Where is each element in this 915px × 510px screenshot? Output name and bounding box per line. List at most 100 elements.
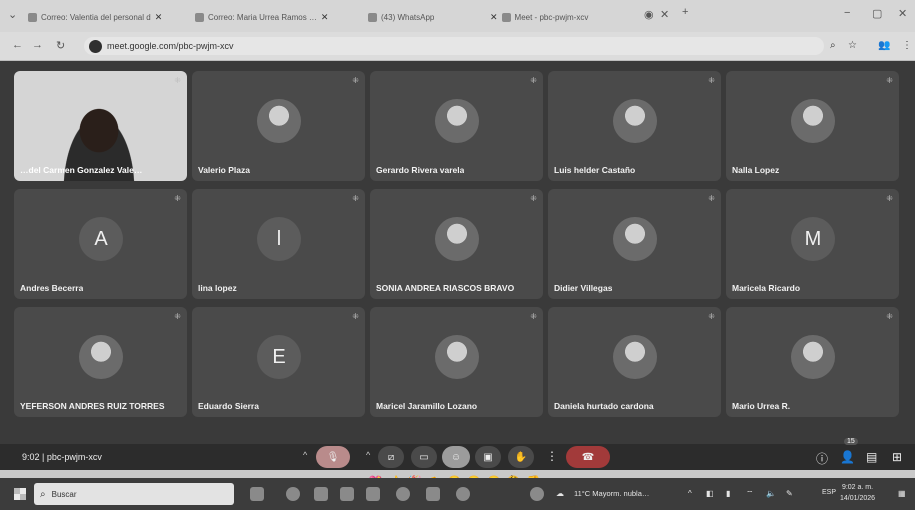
camera-off-button[interactable]: ⧄ <box>378 446 404 468</box>
minimize-button[interactable]: − <box>844 7 850 19</box>
chat-icon[interactable]: ▤ <box>866 450 877 464</box>
mic-muted-icon: ⁜ <box>530 194 537 203</box>
people-icon[interactable]: 👤 <box>840 450 855 464</box>
participant-tile[interactable]: ⁜ YEFERSON ANDRES RUIZ TORRES <box>14 307 187 417</box>
mic-off-button[interactable]: 🎙 <box>316 446 350 468</box>
close-tab-icon[interactable]: ✕ <box>490 12 498 23</box>
start-windows-icon[interactable] <box>14 488 26 500</box>
back-icon[interactable]: ← <box>12 39 23 51</box>
taskbar-search-field[interactable]: ⌕ Buscar <box>34 483 234 505</box>
close-tab-icon[interactable]: ✕ <box>155 12 163 23</box>
emoji-button[interactable]: ☺ <box>442 446 470 468</box>
activities-icon[interactable]: ⊞ <box>892 450 902 464</box>
avatar-letter: A <box>79 217 123 261</box>
emoji-icon: ☺ <box>450 451 462 463</box>
participant-tile[interactable]: ⁜ Maricel Jaramillo Lozano <box>370 307 543 417</box>
mic-options-chevron-icon[interactable]: ^ <box>303 450 307 460</box>
file-explorer-icon[interactable] <box>314 487 328 501</box>
participant-tile[interactable]: A ⁜ Andres Becerra <box>14 189 187 299</box>
browser-icon[interactable] <box>396 487 410 501</box>
clock-time: 9:02 a. m. <box>841 484 874 491</box>
close-window-button[interactable]: ✕ <box>898 7 907 20</box>
participant-name: Gerardo Rivera varela <box>376 165 465 175</box>
language-indicator[interactable]: ESP <box>822 489 836 496</box>
meet-window: ⁜ …del Carmen Gonzalez Vale… ⁜ Valerio Plaz… <box>0 61 915 488</box>
close-tab-icon[interactable]: ✕ <box>660 8 669 21</box>
people-count-badge: 15 <box>844 438 858 445</box>
word-icon[interactable] <box>426 487 440 501</box>
participant-tile[interactable]: M ⁜ Maricela Ricardo <box>726 189 899 299</box>
show-hidden-icons-chevron[interactable]: ^ <box>688 489 692 498</box>
zoom-icon[interactable]: ⌕ <box>830 40 836 51</box>
avatar <box>435 217 479 261</box>
participant-tile[interactable]: ⁜ Didier Villegas <box>548 189 721 299</box>
notification-icon[interactable]: ▦ <box>898 489 906 498</box>
captions-button[interactable]: ▭ <box>411 446 437 468</box>
network-icon[interactable]: ◧ <box>706 489 714 498</box>
mic-off-icon: 🎙 <box>326 451 340 463</box>
participant-tile[interactable]: ⁜ Luis helder Castaño <box>548 71 721 181</box>
more-options-icon[interactable]: ⋮ <box>546 449 558 463</box>
info-icon[interactable]: ⓘ <box>816 450 828 467</box>
participant-tile[interactable]: ⁜ Valerio Plaza <box>192 71 365 181</box>
participant-tile[interactable]: ⁜ Nalla Lopez <box>726 71 899 181</box>
leave-call-button[interactable]: ☎ <box>566 446 610 468</box>
participant-tile[interactable]: ⁜ Gerardo Rivera varela <box>370 71 543 181</box>
forward-icon[interactable]: → <box>32 39 43 51</box>
url-text: meet.google.com/pbc-pwjm-xcv <box>107 41 234 51</box>
participant-tile[interactable]: ⁜ SONIA ANDREA RIASCOS BRAVO <box>370 189 543 299</box>
participant-tile[interactable]: ⁜ …del Carmen Gonzalez Vale… <box>14 71 187 181</box>
present-icon: ▣ <box>483 451 493 463</box>
tab-search-icon[interactable]: ⌄ <box>8 8 17 21</box>
tab-mail-2[interactable]: Correo: Maria Urrea Ramos … ✕ <box>195 6 360 28</box>
mic-muted-icon: ⁜ <box>352 76 359 85</box>
close-tab-icon[interactable]: ✕ <box>321 12 329 23</box>
tab-label: Meet - pbc-pwjm-xcv <box>514 12 589 22</box>
camera-options-chevron-icon[interactable]: ^ <box>366 450 370 460</box>
mic-muted-icon: ⁜ <box>886 312 893 321</box>
participant-name: Didier Villegas <box>554 283 613 293</box>
mic-muted-icon: ⁜ <box>530 76 537 85</box>
pen-icon[interactable]: ✎ <box>786 489 793 498</box>
site-info-icon[interactable] <box>89 39 102 53</box>
chrome-icon[interactable] <box>286 487 300 501</box>
task-view-icon[interactable] <box>250 487 264 501</box>
participant-tile[interactable]: l ⁜ lina lopez <box>192 189 365 299</box>
mic-muted-icon: ⁜ <box>886 76 893 85</box>
tab-meet[interactable]: ✕ Meet - pbc-pwjm-xcv <box>490 6 640 28</box>
meet-controls-bar: 9:02 | pbc-pwjm-xcv ^ 🎙 ^ ⧄ ▭ ☺ ▣ ✋ ⋮ ☎ … <box>0 438 915 470</box>
weather-text[interactable]: 11°C Mayorm. nubla… <box>574 489 649 498</box>
bookmark-star-icon[interactable]: ☆ <box>848 40 857 51</box>
participant-tile[interactable]: E ⁜ Eduardo Sierra <box>192 307 365 417</box>
mic-muted-icon: ⁜ <box>886 194 893 203</box>
maximize-button[interactable]: ▢ <box>872 7 882 20</box>
clock[interactable]: 9:02 a. m. 14/01/2026 <box>840 482 875 504</box>
new-tab-button[interactable]: + <box>682 6 688 18</box>
volume-icon[interactable]: 🔈 <box>766 489 776 498</box>
wifi-icon[interactable]: ⌔ <box>746 489 754 499</box>
participant-name: Mario Urrea R. <box>732 401 791 411</box>
edge-icon[interactable] <box>530 487 544 501</box>
url-field[interactable]: meet.google.com/pbc-pwjm-xcv <box>84 37 824 55</box>
participant-tile[interactable]: ⁜ Mario Urrea R. <box>726 307 899 417</box>
app-icon[interactable] <box>366 487 380 501</box>
tab-mail-1[interactable]: Correo: Valentia del personal d ✕ <box>28 6 188 28</box>
avatar <box>791 99 835 143</box>
reload-icon[interactable]: ↻ <box>56 39 65 52</box>
avatar-letter: E <box>257 335 301 379</box>
participant-tile[interactable]: ⁜ Daniela hurtado cardona <box>548 307 721 417</box>
raise-hand-button[interactable]: ✋ <box>508 446 534 468</box>
mic-muted-icon: ⁜ <box>352 312 359 321</box>
tab-whatsapp[interactable]: (43) WhatsApp <box>368 6 478 28</box>
profile-icon[interactable]: 👥 <box>878 40 890 51</box>
settings-gear-icon[interactable] <box>456 487 470 501</box>
menu-dots-icon[interactable]: ⋮ <box>902 40 912 51</box>
clock-date: 14/01/2026 <box>840 495 876 502</box>
participant-name: SONIA ANDREA RIASCOS BRAVO <box>376 283 515 293</box>
battery-icon[interactable]: ▮ <box>726 489 730 498</box>
participant-name: Valerio Plaza <box>198 165 250 175</box>
store-icon[interactable] <box>340 487 354 501</box>
windows-taskbar: ⌕ Buscar ☁ 11°C Mayorm. nubla… ^ ◧ ▮ ⌔ 🔈… <box>0 478 915 510</box>
present-button[interactable]: ▣ <box>475 446 501 468</box>
avatar <box>613 335 657 379</box>
